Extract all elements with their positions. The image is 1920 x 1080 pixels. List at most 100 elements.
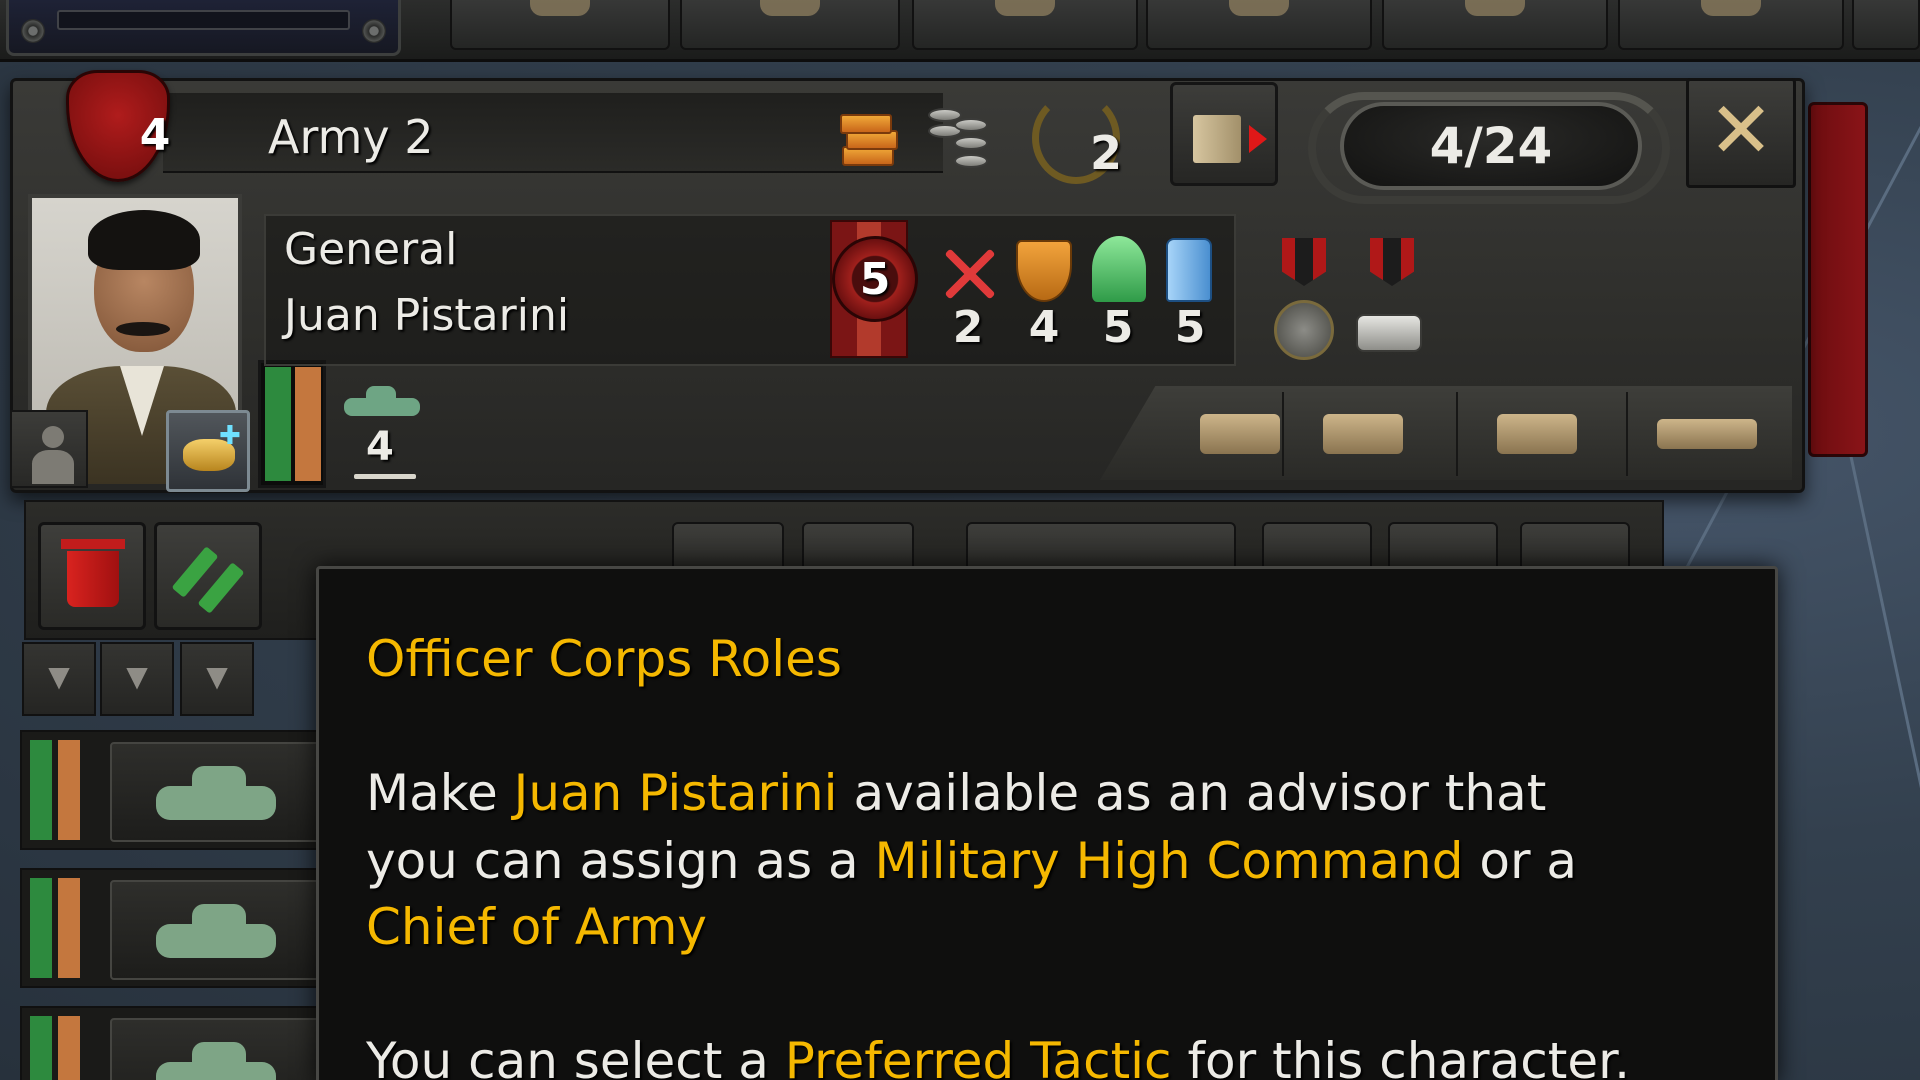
tank-turret [366,386,396,402]
tooltip-line: Chief of Army [366,898,707,956]
strength-bar [265,367,291,481]
general-name[interactable]: Juan Pistarini [284,290,569,341]
coins-icon[interactable] [924,100,994,176]
filter-dropdown-button[interactable]: ▼ [22,642,96,716]
tank-count-underline [354,474,416,479]
top-bar-slot[interactable] [1382,0,1608,50]
order-button[interactable] [672,522,784,572]
general-title: General [284,224,458,275]
exit-door-icon [1193,115,1241,163]
coin-part [954,154,988,168]
organization-bar [58,878,80,978]
tooltip-line: Make Juan Pistarini available as an advi… [366,764,1546,822]
top-bar-slot[interactable] [912,0,1138,50]
top-bar-slot[interactable] [680,0,900,50]
order-button[interactable] [1388,522,1498,572]
tank-icon [110,1018,330,1080]
planning-knight-icon[interactable] [1092,236,1146,302]
tooltip-text: You can select a [366,1032,785,1080]
portrait-hair [88,210,200,270]
exit-button[interactable] [1170,82,1278,186]
organization-bar [58,1016,80,1080]
experience-count: 2 [1090,126,1123,180]
crate-part [840,114,892,134]
tooltip-highlight: Military High Command [874,832,1464,890]
top-slot-icon [1229,0,1289,16]
tooltip-highlight: Juan Pistarini [513,764,838,822]
tank-division-count: 4 [366,424,394,470]
division-count[interactable]: 4/24 [1340,102,1642,190]
officer-silhouette-icon[interactable] [10,410,88,488]
trash-lid [61,539,125,549]
strength-bar [30,878,52,978]
attack-skill: 2 [952,302,984,353]
supply-crates-icon[interactable] [836,108,898,174]
organization-bar [295,367,321,481]
tank-icon [110,880,330,980]
exit-arrow-icon [1249,125,1267,153]
tooltip-text: Make [366,764,514,822]
tank-body [156,786,276,820]
attack-swords-icon[interactable] [940,244,998,302]
tooltip-highlight: Preferred Tactic [784,1032,1172,1080]
coin-part [954,136,988,150]
cavalry-icon[interactable] [1456,392,1616,476]
transfer-arrows-icon[interactable] [154,522,262,630]
logistics-skill: 5 [1174,302,1206,353]
silhouette-body [32,450,74,484]
tooltip-line: You can select a Preferred Tactic for th… [366,1032,1630,1080]
army-org-strength-bars [258,360,326,488]
top-bar [0,0,1920,62]
top-bar-slot[interactable] [1146,0,1372,50]
medal-icon[interactable] [1266,238,1342,368]
tank-icon [344,386,420,416]
officer-corps-icon[interactable]: ✚ [166,410,250,492]
tank-body [156,1062,276,1080]
filter-dropdown-button[interactable]: ▼ [180,642,254,716]
division-row[interactable] [20,730,330,850]
top-slot-icon [760,0,820,16]
top-slot-icon [530,0,590,16]
silhouette-head [42,426,64,448]
air-icon[interactable] [1626,392,1786,476]
close-button[interactable]: ✕ [1686,78,1796,188]
order-button[interactable] [1262,522,1372,572]
infantry-icon[interactable] [1282,392,1442,476]
strength-bar [30,740,52,840]
defense-skill: 4 [1028,302,1060,353]
tooltip-text: you can assign as a [366,832,875,890]
portrait-moustache [116,322,170,336]
tank-icon [110,742,330,842]
top-bar-slot[interactable] [1852,0,1920,50]
top-left-inner [57,10,350,30]
rivet-icon [21,19,45,43]
tooltip-line: you can assign as a Military High Comman… [366,832,1577,890]
tooltip-text: available as an advisor that [837,764,1547,822]
trash-icon[interactable] [38,522,146,630]
medal-disc [1274,300,1334,360]
top-slot-icon [995,0,1055,16]
top-bar-slot[interactable] [1618,0,1844,50]
order-button[interactable] [802,522,914,572]
organization-bar [58,740,80,840]
plus-icon: ✚ [219,421,241,451]
general-rank[interactable]: 5 [832,236,918,322]
order-button[interactable] [966,522,1236,572]
coin-part [954,118,988,132]
army-name[interactable]: Army 2 [268,110,434,164]
order-button[interactable] [1520,522,1630,572]
medal-bar [1356,314,1422,352]
top-slot-icon [1465,0,1525,16]
top-slot-icon [1701,0,1761,16]
top-bar-slot[interactable] [450,0,670,50]
filter-dropdown-button[interactable]: ▼ [100,642,174,716]
tooltip-highlight: Chief of Army [366,898,708,956]
army-panel-side-tab[interactable] [1808,102,1868,457]
medal-bar-icon[interactable] [1354,238,1430,368]
army-badge-number: 4 [139,110,171,161]
strength-bar [30,1016,52,1080]
logistics-fuel-icon[interactable] [1166,238,1212,302]
unit-type-glyph [1323,414,1403,454]
division-row[interactable] [20,868,330,988]
division-row[interactable] [20,1006,330,1080]
